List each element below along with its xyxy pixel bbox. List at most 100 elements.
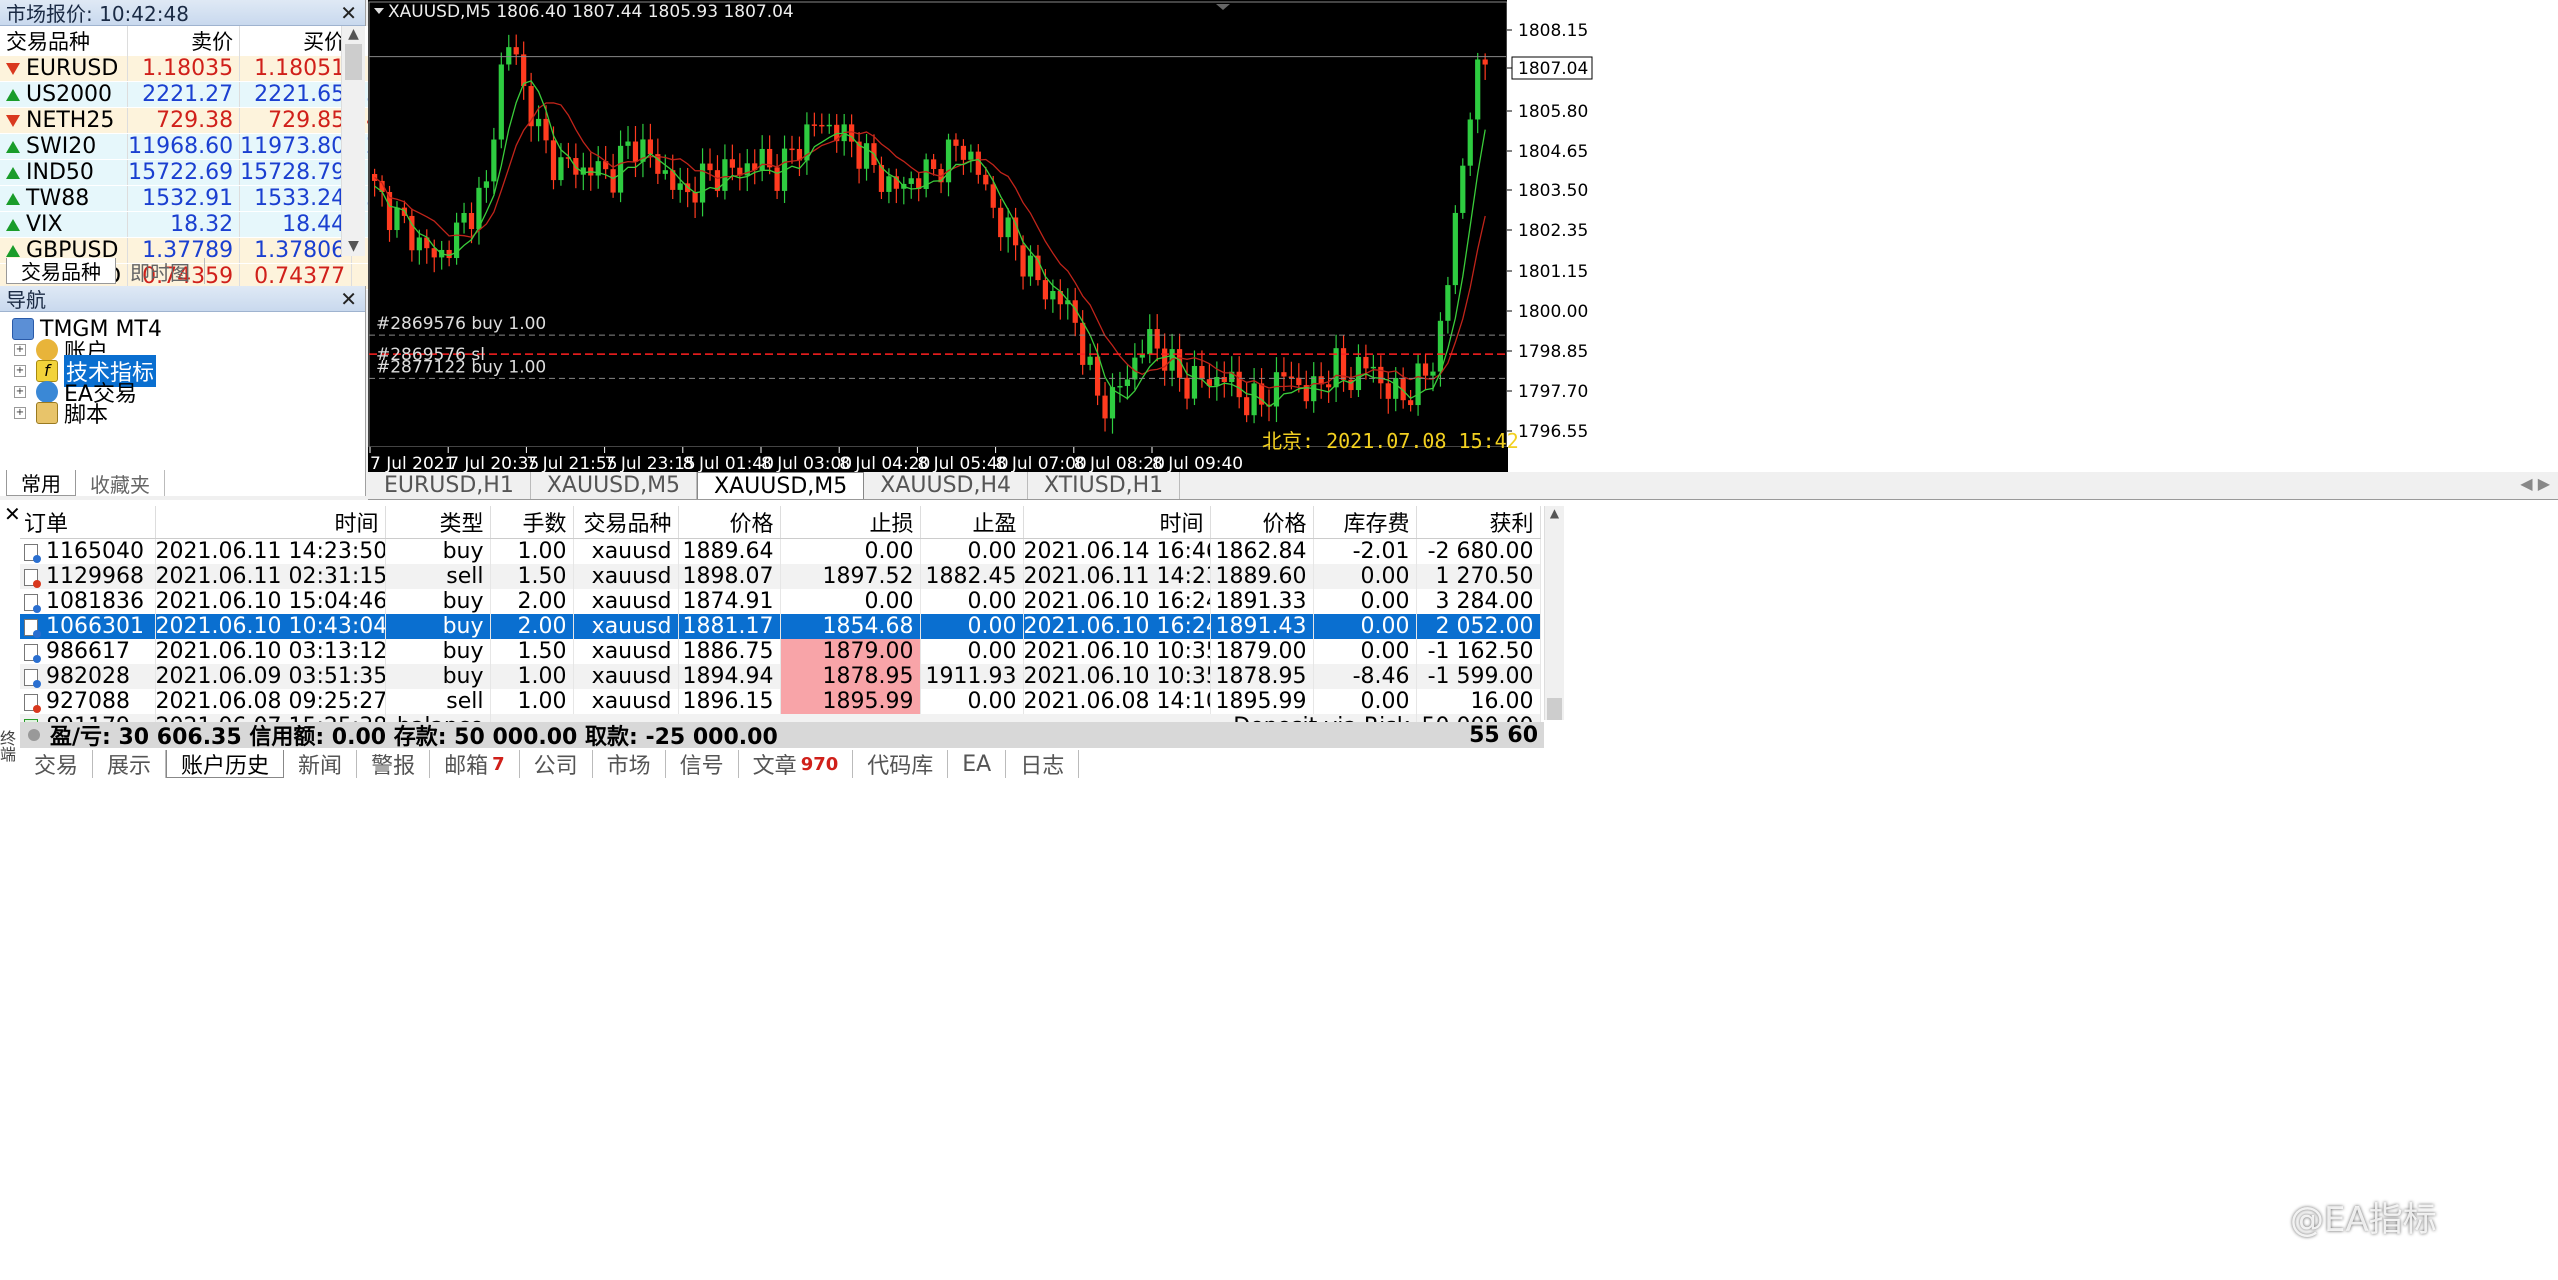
- terminal-tab[interactable]: EA: [948, 750, 1007, 778]
- history-col-header[interactable]: 价格: [1210, 506, 1314, 539]
- tab-favorites[interactable]: 收藏夹: [76, 470, 165, 497]
- history-row[interactable]: 1165040 2021.06.11 14:23:50 buy 1.00 xauusd 1…: [20, 538, 1541, 564]
- terminal-tab[interactable]: 交易: [20, 750, 94, 779]
- terminal-tab[interactable]: 信号: [666, 750, 739, 779]
- history-cell-close-price: 1878.95: [1210, 664, 1314, 689]
- terminal-tab[interactable]: 邮箱 7: [430, 750, 520, 779]
- expand-icon[interactable]: +: [14, 344, 26, 356]
- terminal-tab[interactable]: 展示: [93, 750, 167, 779]
- expand-icon[interactable]: +: [14, 386, 26, 398]
- history-row[interactable]: 927088 2021.06.08 09:25:27 sell 1.00 xauusd 1…: [20, 689, 1541, 714]
- history-cell-profit: 16.00: [1416, 689, 1541, 714]
- arrow-up-icon: [6, 89, 20, 101]
- current-price-label: 1807.04: [1518, 59, 1588, 79]
- candle-body: [1393, 377, 1399, 399]
- close-icon[interactable]: ✕: [340, 286, 357, 312]
- scroll-down-icon[interactable]: ▼: [342, 238, 365, 254]
- scroll-up-icon[interactable]: ▲: [342, 26, 365, 42]
- history-row[interactable]: 986617 2021.06.10 03:13:12 buy 1.50 xauusd 18…: [20, 639, 1541, 664]
- terminal-tab[interactable]: 新闻: [284, 750, 358, 779]
- history-cell-tp: 0.00: [920, 538, 1024, 564]
- expand-icon[interactable]: +: [14, 407, 26, 419]
- scroll-thumb[interactable]: [345, 44, 362, 80]
- col-ask[interactable]: 买价: [239, 26, 353, 56]
- candle-body: [1087, 356, 1093, 365]
- tab-scroll-icon[interactable]: ◀ ▶: [2520, 474, 2550, 493]
- history-row[interactable]: 982028 2021.06.09 03:51:35 buy 1.00 xauusd 18…: [20, 664, 1541, 689]
- history-cell-symbol: xauusd: [573, 689, 679, 714]
- history-col-header[interactable]: 获利: [1416, 506, 1541, 539]
- terminal-tab[interactable]: 公司: [520, 750, 593, 779]
- history-col-header[interactable]: 手数: [490, 506, 574, 539]
- terminal-tab[interactable]: 代码库: [853, 750, 949, 779]
- expand-icon[interactable]: +: [14, 365, 26, 377]
- history-cell-sl: 1854.68: [780, 614, 921, 639]
- history-cell-symbol: xauusd: [573, 664, 679, 689]
- history-col-header[interactable]: 价格: [678, 506, 781, 539]
- history-cell-open-time: 2021.06.10 15:04:46: [155, 589, 386, 614]
- history-scrollbar[interactable]: ▲: [1544, 506, 1564, 720]
- history-cell-type: buy: [385, 589, 491, 614]
- candle-body: [610, 169, 616, 193]
- candlestick-chart[interactable]: #2869576 buy 1.00#2869576 sl#2877122 buy…: [368, 0, 2558, 474]
- candle-body: [1236, 371, 1242, 398]
- x-tick-label: 8 Jul 09:40: [1152, 454, 1243, 472]
- candle-body: [1109, 387, 1116, 419]
- terminal-tab[interactable]: 市场: [593, 750, 666, 779]
- close-icon[interactable]: ✕: [4, 502, 21, 526]
- bid-cell: 11968.60: [127, 133, 241, 160]
- candle-body: [1251, 383, 1257, 416]
- history-col-header[interactable]: 类型: [385, 506, 491, 539]
- history-col-header[interactable]: 止盈: [920, 506, 1024, 539]
- history-col-header[interactable]: 止损: [780, 506, 921, 539]
- terminal-tab[interactable]: 文章 970: [739, 750, 854, 779]
- terminal-tab[interactable]: 警报: [357, 750, 431, 779]
- history-col-header[interactable]: 订单: [20, 506, 156, 539]
- history-cell-tp: 1882.45: [920, 564, 1024, 589]
- candle-body: [819, 124, 825, 127]
- nav-item-scripts[interactable]: + 脚本: [14, 402, 108, 428]
- tab-chart-xauusd-m5-active[interactable]: XAUUSD,M5: [697, 472, 865, 499]
- candle-body: [558, 157, 564, 181]
- candle-body: [1214, 377, 1220, 386]
- history-cell-close-time: 2021.06.08 14:10:05: [1023, 689, 1211, 714]
- chart-menu-icon[interactable]: [374, 8, 384, 14]
- bid-cell: 1532.91: [127, 185, 241, 212]
- col-symbol[interactable]: 交易品种: [0, 26, 129, 56]
- terminal-tab[interactable]: 日志: [1006, 750, 1080, 779]
- tab-tick-chart[interactable]: 即时图: [116, 258, 205, 285]
- symbol-cell: US2000: [0, 81, 129, 108]
- y-tick-label: 1804.65: [1518, 142, 1588, 162]
- history-cell-swap: 0.00: [1313, 639, 1417, 664]
- history-row[interactable]: 1066301 2021.06.10 10:43:04 buy 2.00 xauusd 1…: [20, 614, 1541, 639]
- history-row[interactable]: 1129968 2021.06.11 02:31:15 sell 1.50 xauusd…: [20, 564, 1541, 589]
- col-bid[interactable]: 卖价: [127, 26, 241, 56]
- tab-chart-eurusd-h1[interactable]: EURUSD,H1: [368, 472, 531, 499]
- tab-symbols[interactable]: 交易品种: [6, 258, 116, 284]
- candle-body: [1050, 291, 1056, 300]
- history-col-header[interactable]: 交易品种: [573, 506, 679, 539]
- tab-chart-xauusd-m5[interactable]: XAUUSD,M5: [531, 472, 698, 499]
- close-icon[interactable]: ✕: [340, 0, 357, 26]
- history-cell-open-time: 2021.06.10 10:43:04: [155, 614, 386, 639]
- history-row[interactable]: 1081836 2021.06.10 15:04:46 buy 2.00 xauusd 1…: [20, 589, 1541, 614]
- candle-body: [372, 174, 378, 181]
- scroll-up-icon[interactable]: ▲: [1545, 506, 1564, 520]
- chart-shift-marker[interactable]: [1216, 4, 1230, 10]
- scroll-thumb[interactable]: [1547, 698, 1562, 720]
- price-chart[interactable]: #2869576 buy 1.00 #2869576 sl #2877122 buy…: [368, 0, 2558, 474]
- history-cell-type: sell: [385, 689, 491, 714]
- history-cell-symbol: xauusd: [573, 589, 679, 614]
- market-watch-scrollbar[interactable]: ▲ ▼: [341, 26, 365, 256]
- candle-body: [722, 159, 728, 191]
- history-cell-close-time: 2021.06.10 16:24:27: [1023, 589, 1211, 614]
- tab-chart-xauusd-h4[interactable]: XAUUSD,H4: [864, 472, 1029, 499]
- history-col-header[interactable]: 库存费: [1313, 506, 1417, 539]
- beijing-time-label: 北京: 2021.07.08 15:42: [1262, 429, 1519, 453]
- tab-common[interactable]: 常用: [6, 470, 76, 496]
- terminal-tab[interactable]: 账户历史: [166, 750, 285, 779]
- candle-body: [1370, 366, 1376, 369]
- tab-chart-xtiusd-h1[interactable]: XTIUSD,H1: [1028, 472, 1181, 499]
- history-col-header[interactable]: 时间: [1023, 506, 1211, 539]
- history-col-header[interactable]: 时间: [155, 506, 386, 539]
